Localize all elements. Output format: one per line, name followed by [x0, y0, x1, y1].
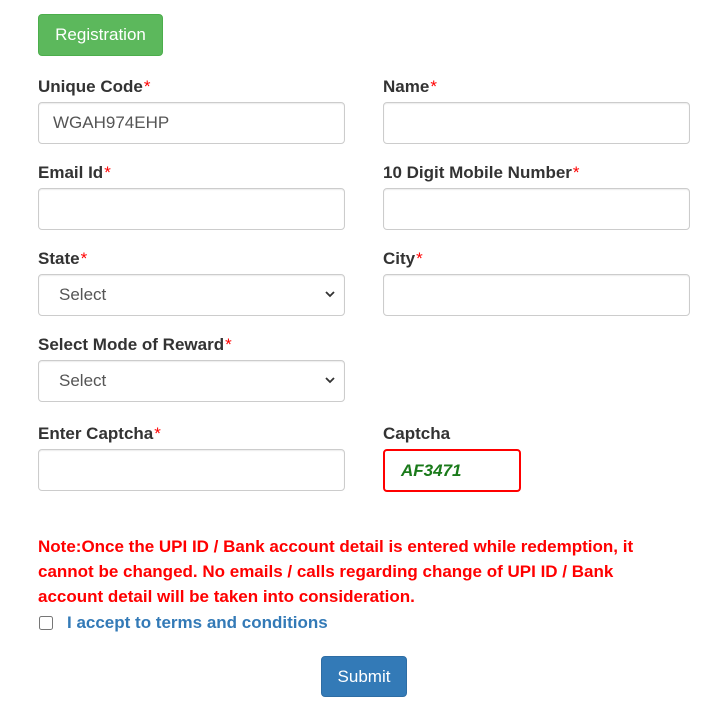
email-label: Email Id* — [38, 163, 111, 182]
email-input[interactable] — [38, 188, 345, 230]
enter-captcha-input[interactable] — [38, 449, 345, 491]
state-field: State* Select — [38, 248, 345, 316]
required-asterisk: * — [225, 335, 232, 354]
enter-captcha-field: Enter Captcha* — [38, 423, 345, 491]
name-label: Name* — [383, 77, 437, 96]
terms-link[interactable]: I accept to terms and conditions — [67, 613, 328, 633]
mobile-input[interactable] — [383, 188, 690, 230]
mobile-field: 10 Digit Mobile Number* — [383, 162, 690, 230]
redemption-note: Note:Once the UPI ID / Bank account deta… — [38, 537, 634, 606]
state-select[interactable]: Select — [38, 274, 345, 316]
required-asterisk: * — [416, 249, 423, 268]
reward-mode-selected-value[interactable]: Select — [38, 360, 345, 402]
required-asterisk: * — [572, 163, 580, 182]
city-label: City* — [383, 249, 423, 268]
captcha-label: Captcha — [383, 424, 451, 443]
submit-button[interactable]: Submit — [321, 656, 407, 697]
terms-checkbox[interactable] — [39, 616, 53, 630]
required-asterisk: * — [143, 77, 151, 96]
name-field: Name* — [383, 76, 690, 144]
city-field: City* — [383, 248, 690, 316]
reward-mode-select[interactable]: Select — [38, 360, 345, 402]
city-input[interactable] — [383, 274, 690, 316]
unique-code-label: Unique Code* — [38, 77, 151, 96]
reward-mode-field: Select Mode of Reward* Select — [38, 334, 345, 402]
terms-row: I accept to terms and conditions — [38, 612, 328, 634]
captcha-field: Captcha AF3471 — [383, 423, 690, 492]
name-input[interactable] — [383, 102, 690, 144]
mobile-label: 10 Digit Mobile Number* — [383, 163, 580, 182]
reward-mode-label: Select Mode of Reward* — [38, 335, 232, 354]
state-selected-value[interactable]: Select — [38, 274, 345, 316]
state-label: State* — [38, 249, 88, 268]
registration-button[interactable]: Registration — [38, 14, 163, 56]
enter-captcha-label: Enter Captcha* — [38, 424, 161, 443]
unique-code-field: Unique Code* — [38, 76, 345, 144]
required-asterisk: * — [80, 249, 88, 268]
captcha-code: AF3471 — [383, 449, 521, 492]
required-asterisk: * — [154, 424, 161, 443]
email-field: Email Id* — [38, 162, 345, 230]
unique-code-input[interactable] — [38, 102, 345, 144]
required-asterisk: * — [430, 77, 437, 96]
required-asterisk: * — [104, 163, 111, 182]
